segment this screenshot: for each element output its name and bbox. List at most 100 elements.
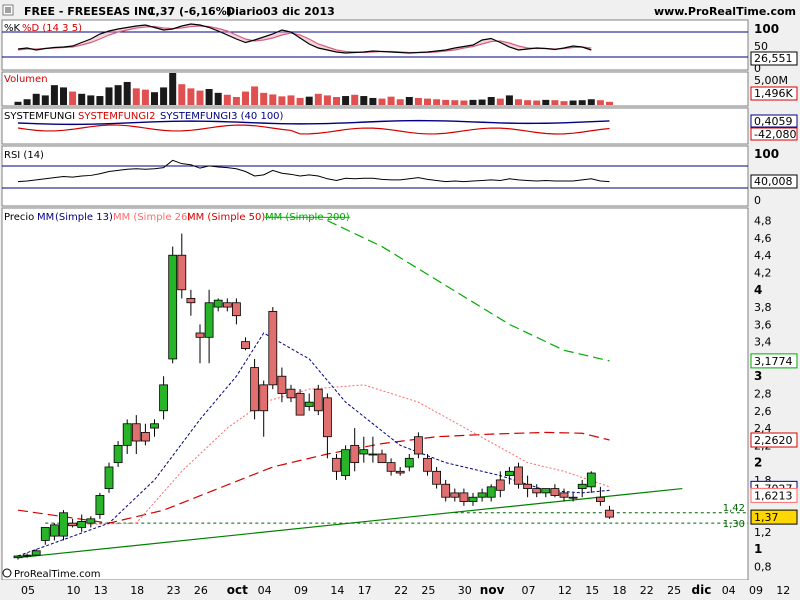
x-axis-label: 18 (613, 584, 627, 597)
price-y-tick: 3,4 (754, 336, 772, 349)
volume-bar (251, 86, 259, 105)
price-y-tick: 1,2 (754, 526, 772, 539)
price-y-tick: 4,2 (754, 267, 772, 280)
volume-bar (551, 100, 559, 105)
candle-body (159, 384, 169, 412)
x-axis-label: 22 (394, 584, 408, 597)
price-value-label: 1,6213 (754, 489, 793, 502)
volume-bar (60, 87, 67, 105)
candle-body (486, 486, 496, 498)
x-axis-label: 17 (358, 584, 372, 597)
volume-bar (69, 91, 77, 105)
volume-bar (223, 94, 231, 105)
candle-body (477, 492, 487, 498)
candle-body (140, 431, 150, 442)
candle-body (468, 496, 478, 502)
rsi-label: RSI (14) (4, 150, 44, 161)
x-axis-label: 25 (667, 584, 681, 597)
candle-body (277, 375, 287, 394)
candle-body (259, 384, 269, 412)
candle-body (514, 466, 523, 485)
candle-body (13, 555, 23, 559)
candle-body (50, 524, 59, 537)
rsi-tick-100: 100 (754, 147, 779, 161)
systemfungi-value: 0,4059 (754, 115, 793, 128)
volume-bar (50, 85, 58, 105)
volume-bar (141, 89, 149, 105)
x-axis-label: 23 (167, 584, 181, 597)
x-axis-label: 12 (558, 584, 572, 597)
price-legend-label_mm1: MM (37, 212, 54, 223)
volume-bar (378, 98, 386, 105)
candle-body (377, 453, 387, 464)
candle-body (40, 527, 50, 541)
candle-body (177, 254, 187, 291)
volume-bar (14, 101, 22, 105)
volume-bar (487, 97, 495, 105)
price-y-tick: 4,4 (754, 249, 772, 262)
volume-bar (32, 93, 40, 105)
x-axis-label: 07 (522, 584, 536, 597)
volume-bar (287, 95, 295, 105)
volume-bar (396, 99, 404, 105)
candle-body (523, 483, 532, 489)
price-y-tick: 2 (754, 456, 762, 470)
candle-body (577, 483, 587, 489)
rsi-panel (1, 145, 749, 207)
x-axis-label: 04 (258, 584, 272, 597)
candle-body (131, 423, 141, 442)
volume-bar (87, 95, 95, 105)
volume-bar (187, 88, 195, 105)
price-y-tick: 4 (754, 283, 762, 297)
copyright-text: ProRealTime.com (14, 569, 100, 580)
candle-body (322, 397, 332, 438)
volume-bar (469, 99, 477, 105)
x-axis-label: 30 (458, 584, 472, 597)
volume-bar (596, 100, 604, 105)
candle-body (186, 298, 196, 304)
volume-bar (433, 99, 441, 105)
candle-body (222, 302, 232, 308)
x-axis-label: nov (480, 583, 505, 597)
candle-body (541, 488, 551, 494)
chart-svg: FREE - FREESEAS INC.1,37 (-6,16%)Diario 0… (0, 0, 800, 600)
volume-bar (351, 94, 359, 105)
candle-body (86, 518, 96, 524)
candle-body (586, 472, 596, 488)
stoch-tick-100: 100 (754, 22, 779, 36)
candle-body (432, 470, 442, 485)
candle-body (532, 488, 542, 494)
x-axis-label: 05 (21, 584, 35, 597)
price-y-tick: 1 (754, 542, 762, 556)
volume-bar (606, 101, 613, 105)
candle-body (596, 496, 605, 502)
candle-body (359, 449, 369, 455)
volume-bar (460, 100, 468, 105)
volume-bar (305, 96, 313, 105)
volume-bar (542, 99, 550, 105)
x-axis-label: 12 (776, 584, 790, 597)
systemfungi3-label: SYSTEMFUNGI3 (40 100) (160, 111, 284, 122)
volume-bar (132, 88, 140, 105)
volume-bar (296, 97, 304, 105)
candle-body (295, 393, 305, 416)
volume-bar (533, 100, 541, 105)
candle-body (286, 388, 296, 399)
volume-bar (578, 100, 586, 105)
ticker-title: FREE - FREESEAS INC. (24, 5, 160, 18)
candle-body (386, 462, 396, 472)
x-axis-label: 25 (421, 584, 435, 597)
price-legend-label_mm4: MM (Simple 200) (265, 212, 350, 223)
volume-bar (178, 84, 186, 105)
last-quote: 1,37 (-6,16%) (148, 5, 232, 18)
candle-body (77, 521, 87, 528)
candle-body (423, 457, 432, 472)
candle-body (559, 492, 569, 498)
volume-bar (105, 87, 113, 105)
volume-bar (342, 96, 350, 105)
volume-bar (205, 89, 213, 105)
candle-body (395, 470, 405, 474)
volume-tick-5m: 5,00M (754, 74, 788, 87)
candle-body (68, 522, 77, 527)
price-value-label: 2,2620 (754, 434, 793, 447)
